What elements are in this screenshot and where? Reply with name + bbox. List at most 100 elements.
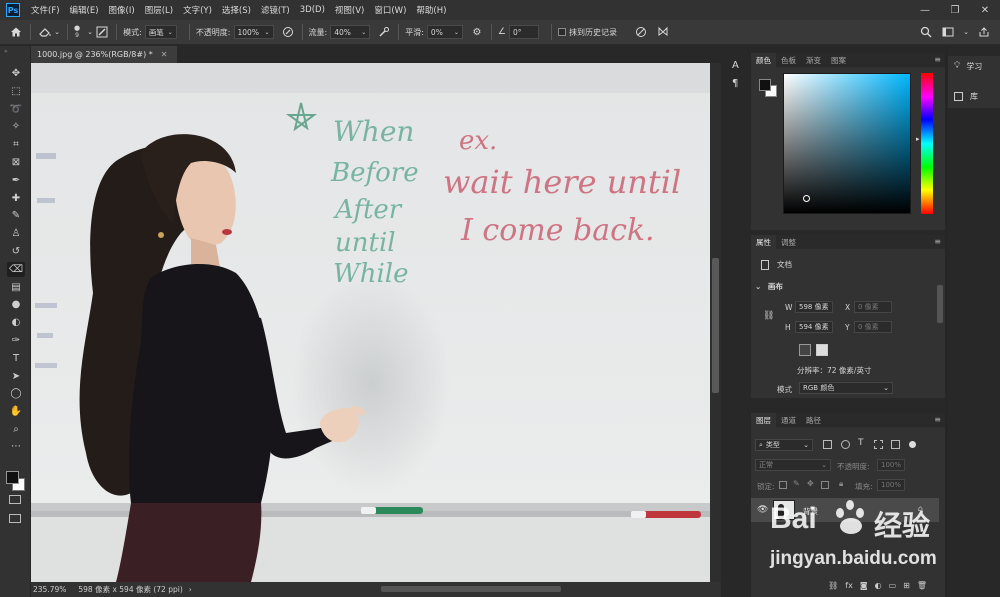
filter-shape-icon[interactable]: [874, 440, 883, 449]
hue-slider-marker[interactable]: ▸: [916, 135, 920, 143]
layer-opacity-input[interactable]: 100%: [877, 459, 905, 471]
filter-adjust-icon[interactable]: [841, 440, 850, 449]
chevron-down-icon[interactable]: ⌄: [53, 24, 61, 40]
erase-history-checkbox[interactable]: [558, 28, 566, 36]
zoom-tool-icon[interactable]: ⌕: [7, 422, 25, 437]
menu-image[interactable]: 图像(I): [104, 4, 140, 16]
minimize-button[interactable]: —: [910, 0, 940, 20]
filter-pixel-icon[interactable]: [823, 440, 832, 449]
pen-tool-icon[interactable]: ✑: [7, 333, 25, 348]
panel-menu-icon[interactable]: ≡: [934, 415, 941, 424]
panel-menu-icon[interactable]: ≡: [934, 237, 941, 246]
fx-icon[interactable]: fx: [845, 581, 853, 595]
gradient-tool-icon[interactable]: ▤: [7, 280, 25, 295]
menu-layer[interactable]: 图层(L): [140, 4, 178, 16]
tab-color[interactable]: 颜色: [751, 53, 776, 67]
document-info[interactable]: 598 像素 x 594 像素 (72 ppi): [78, 584, 182, 595]
canvas-area[interactable]: When Before After until While ex. wait h…: [31, 63, 710, 582]
filter-smart-icon[interactable]: [891, 440, 900, 449]
path-select-tool-icon[interactable]: ➤: [7, 369, 25, 384]
brush-panel-icon[interactable]: [94, 24, 110, 40]
butterfly-icon[interactable]: [655, 24, 671, 40]
tab-swatches[interactable]: 色板: [776, 53, 801, 67]
foreground-color-swatch[interactable]: [759, 79, 771, 91]
height-input[interactable]: 594 像素: [795, 321, 833, 333]
screen-mode-icon[interactable]: [9, 514, 21, 523]
eye-icon[interactable]: 👁︎: [757, 505, 768, 515]
angle-input[interactable]: 0°: [509, 25, 539, 39]
eraser-tool-icon[interactable]: ⌫: [7, 261, 25, 277]
menu-view[interactable]: 视图(V): [330, 4, 369, 16]
healing-tool-icon[interactable]: ✚: [7, 191, 25, 206]
share-icon[interactable]: [976, 24, 992, 40]
layer-filter-select[interactable]: ⌕ 类型 ⌄: [755, 439, 813, 451]
lock-artboard-icon[interactable]: [821, 481, 829, 489]
filter-type-icon[interactable]: T: [858, 438, 864, 448]
frame-tool-icon[interactable]: ⊠: [7, 155, 25, 170]
smooth-input[interactable]: 0% ⌄: [426, 25, 463, 39]
opacity-input[interactable]: 100% ⌄: [233, 25, 274, 39]
toolbar-collapse-icon[interactable]: »: [4, 48, 8, 55]
eyedropper-tool-icon[interactable]: ✒: [7, 173, 25, 188]
x-input[interactable]: 0 像素: [854, 301, 892, 313]
scroll-thumb[interactable]: [712, 258, 719, 393]
home-icon[interactable]: [8, 24, 24, 40]
link-layers-icon[interactable]: ⛓: [828, 581, 838, 595]
new-layer-icon[interactable]: ⊞: [903, 581, 910, 595]
status-arrow-icon[interactable]: ›: [189, 585, 192, 594]
tab-layers[interactable]: 图层: [751, 413, 776, 427]
horizontal-scroll-thumb[interactable]: [381, 586, 561, 592]
learn-item[interactable]: 💡︎ 学习: [948, 56, 1000, 76]
adjustment-layer-icon[interactable]: ◐: [875, 581, 882, 595]
panel-scrollbar[interactable]: [937, 285, 943, 323]
menu-file[interactable]: 文件(F): [26, 4, 65, 16]
crop-tool-icon[interactable]: ⌗: [7, 137, 25, 152]
hand-tool-icon[interactable]: ✋: [7, 404, 25, 419]
menu-3d[interactable]: 3D(D): [295, 5, 330, 15]
zoom-level[interactable]: 235.79%: [33, 585, 66, 594]
blur-tool-icon[interactable]: ●: [7, 297, 25, 312]
history-brush-tool-icon[interactable]: ↺: [7, 244, 25, 259]
tab-gradients[interactable]: 渐变: [801, 53, 826, 67]
lock-position-icon[interactable]: ✥: [807, 479, 814, 488]
chevron-down-icon[interactable]: ⌄: [962, 24, 970, 40]
tab-paths[interactable]: 路径: [801, 413, 826, 427]
menu-help[interactable]: 帮助(H): [411, 4, 451, 16]
gear-icon[interactable]: ⚙: [469, 24, 485, 40]
color-picker-field[interactable]: [783, 73, 911, 214]
eraser-preset-icon[interactable]: [37, 24, 53, 40]
portrait-orientation-icon[interactable]: [799, 344, 811, 356]
document-tab[interactable]: 1000.jpg @ 236%(RGB/8#) * ✕: [31, 46, 178, 63]
dodge-tool-icon[interactable]: ◐: [7, 315, 25, 330]
move-tool-icon[interactable]: ✥: [7, 66, 25, 81]
workspace-icon[interactable]: [940, 24, 956, 40]
panel-menu-icon[interactable]: ≡: [934, 55, 941, 64]
landscape-orientation-icon[interactable]: [816, 344, 828, 356]
quick-mask-icon[interactable]: [9, 495, 21, 504]
toolbar-foreground-swatch[interactable]: [6, 471, 19, 484]
lasso-tool-icon[interactable]: ➰: [7, 102, 25, 117]
lock-transparency-icon[interactable]: [779, 481, 787, 489]
airbrush-icon[interactable]: [376, 24, 392, 40]
y-input[interactable]: 0 像素: [854, 321, 892, 333]
erase-to-history-option[interactable]: 抹到历史记录: [558, 27, 617, 38]
link-icon[interactable]: ⛓: [763, 311, 774, 321]
tab-properties[interactable]: 属性: [751, 235, 776, 249]
menu-type[interactable]: 文字(Y): [178, 4, 217, 16]
shape-tool-icon[interactable]: ◯: [7, 386, 25, 401]
type-tool-icon[interactable]: T: [7, 351, 25, 366]
menu-filter[interactable]: 滤镜(T): [256, 4, 295, 16]
close-button[interactable]: ✕: [970, 0, 1000, 20]
blend-mode-select[interactable]: 正常 ⌄: [755, 459, 831, 471]
menu-edit[interactable]: 编辑(E): [65, 4, 104, 16]
mode-select[interactable]: 画笔 ⌄: [144, 25, 177, 39]
menu-window[interactable]: 窗口(W): [369, 4, 411, 16]
brush-size-picker[interactable]: ● 9: [74, 24, 80, 40]
more-tool-icon[interactable]: ⋯: [7, 439, 25, 454]
group-icon[interactable]: ▭: [889, 581, 897, 595]
brush-tool-icon[interactable]: ✎: [7, 208, 25, 223]
maximize-button[interactable]: ❐: [940, 0, 970, 20]
pressure-opacity-icon[interactable]: [280, 24, 296, 40]
pressure-size-icon[interactable]: [633, 24, 649, 40]
flow-input[interactable]: 40% ⌄: [330, 25, 371, 39]
